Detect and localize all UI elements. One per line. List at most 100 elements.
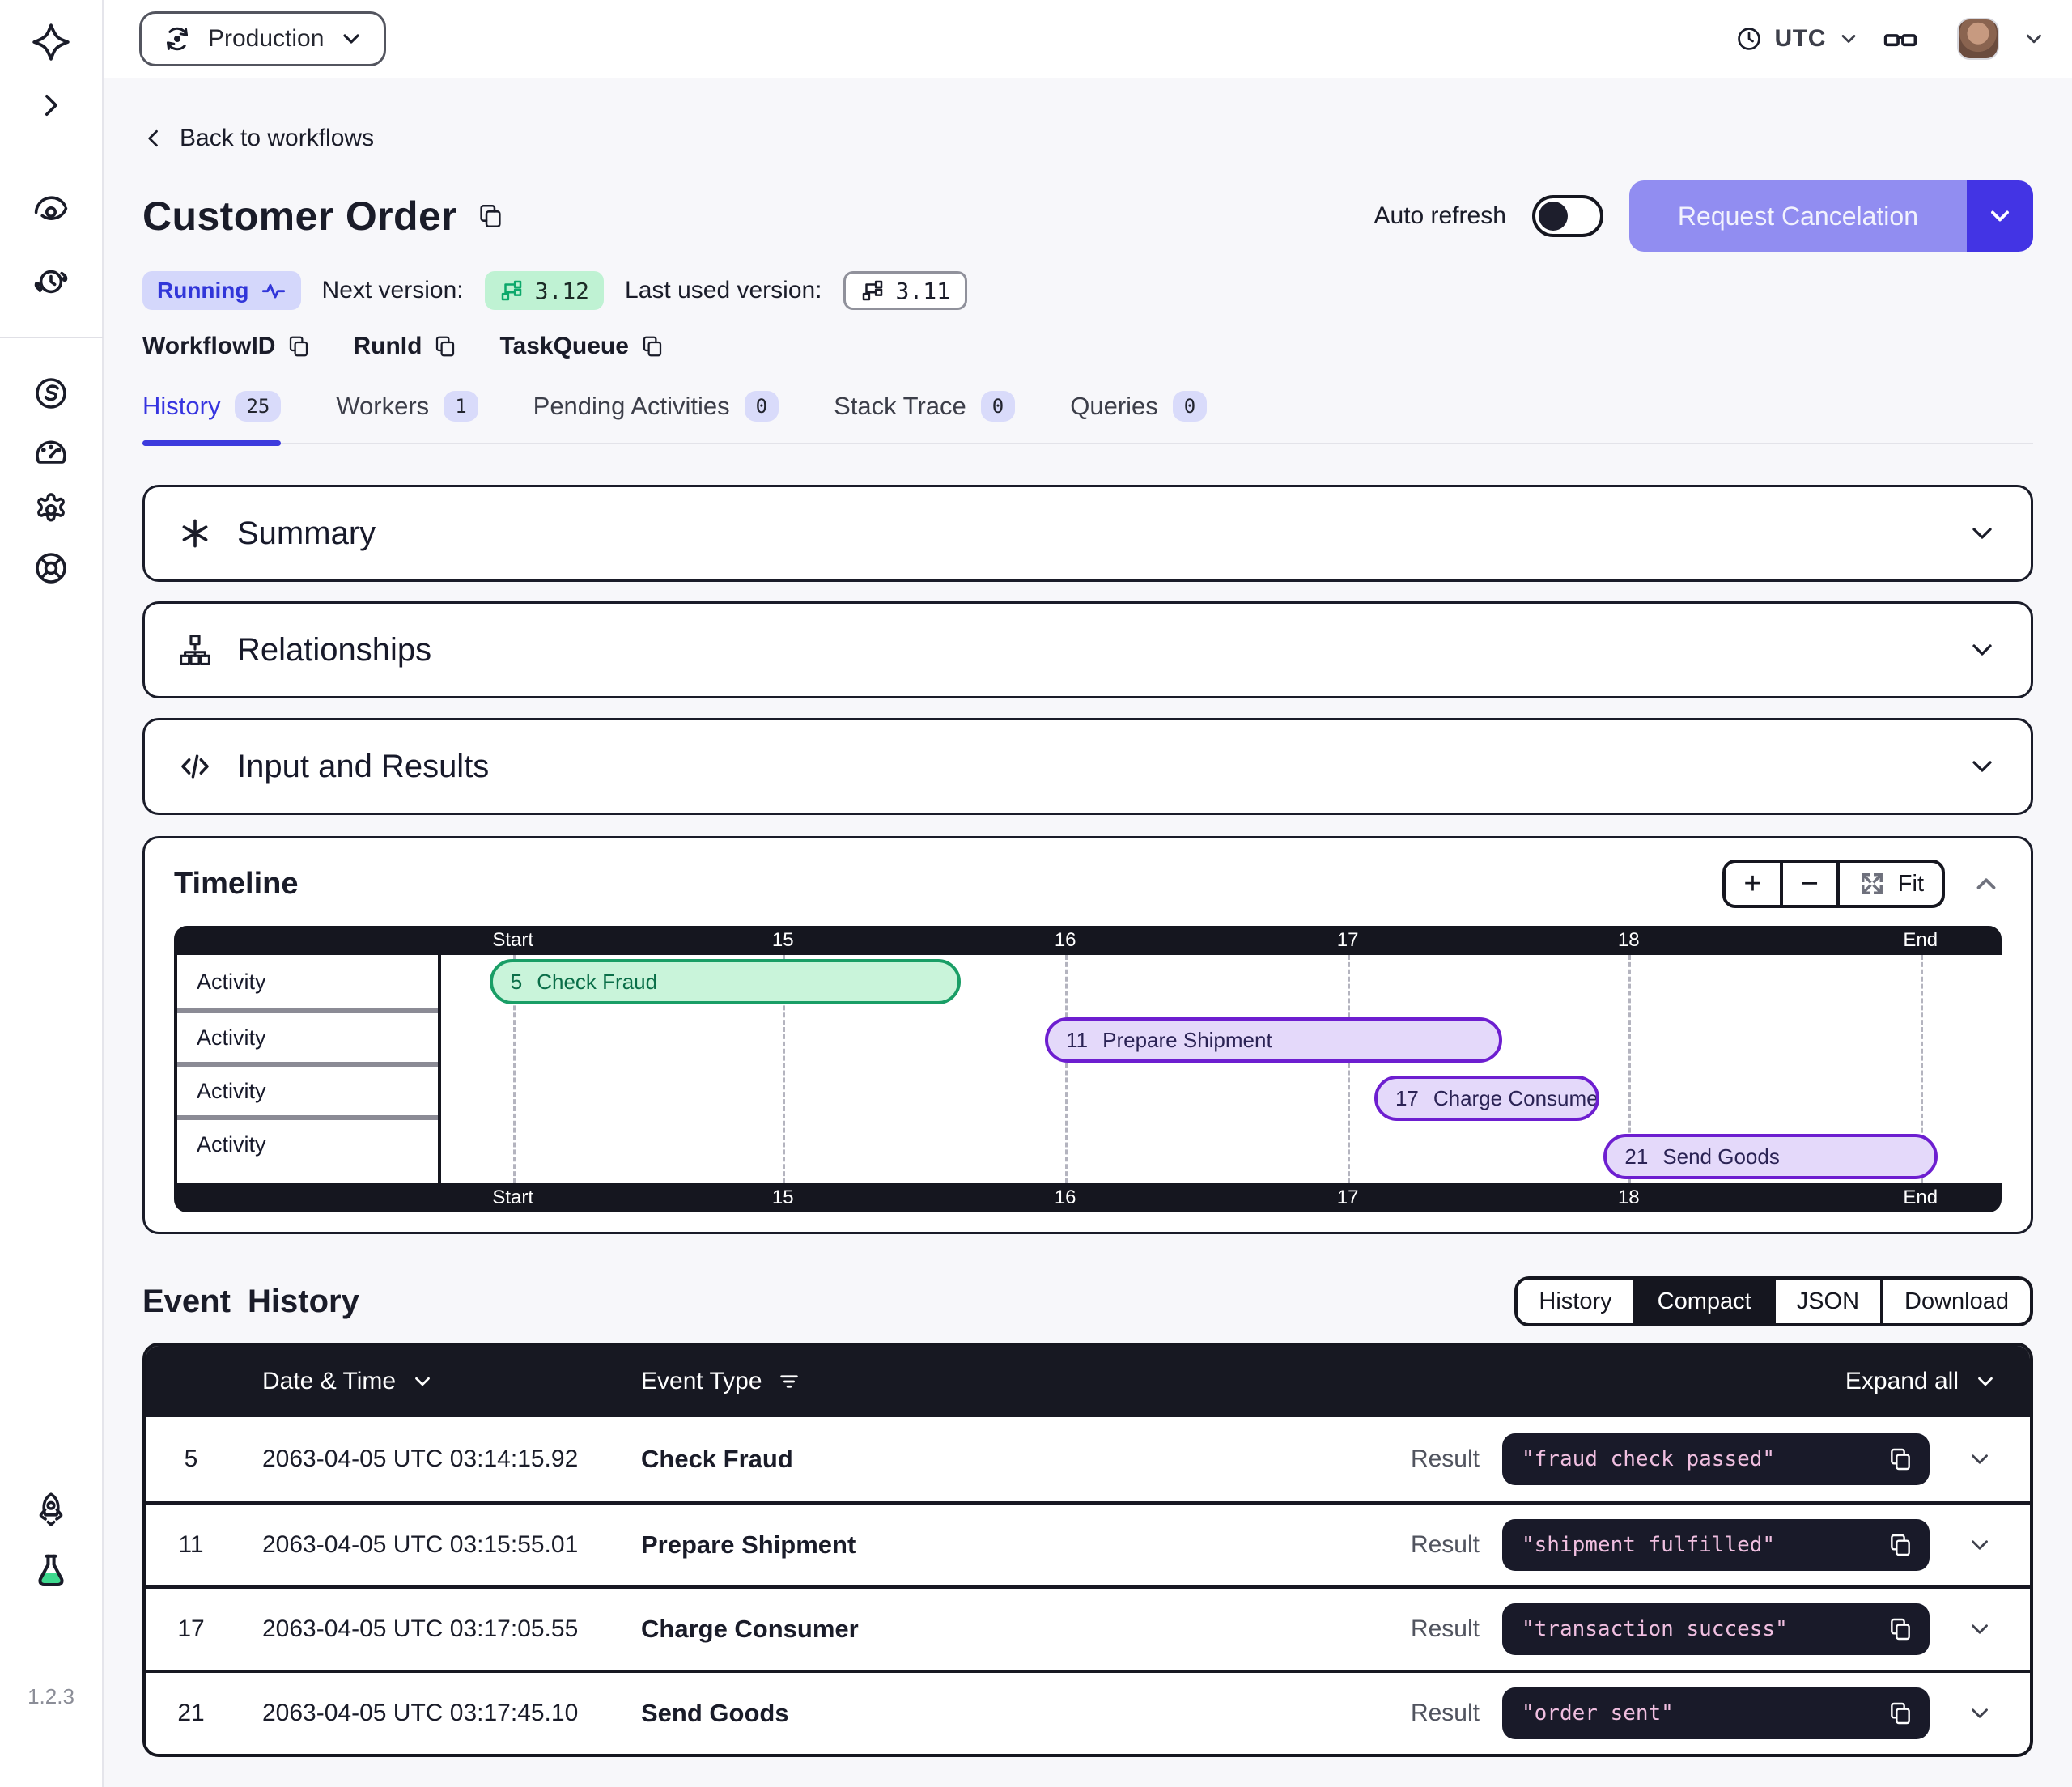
sidebar-divider	[0, 337, 103, 338]
expand-all-button[interactable]: Expand all	[1845, 1368, 2030, 1395]
timeline-zoom-controls: + − Fit	[1722, 860, 1945, 908]
tab-workers[interactable]: Workers 1	[336, 391, 478, 443]
event-row[interactable]: 11 2063-04-05 UTC 03:15:55.01 Prepare Sh…	[146, 1501, 2030, 1585]
chevron-down-icon	[1985, 202, 2015, 231]
chevron-down-icon	[410, 1369, 435, 1394]
relationships-label: Relationships	[237, 632, 431, 669]
copy-icon[interactable]	[1887, 1532, 1913, 1558]
namespace-selector[interactable]: Production	[139, 11, 386, 66]
sidebar-item-settings-icon[interactable]	[32, 490, 70, 529]
result-chip[interactable]: "fraud check passed"	[1502, 1433, 1930, 1485]
event-row[interactable]: 17 2063-04-05 UTC 03:17:05.55 Charge Con…	[146, 1585, 2030, 1670]
workflow-id-copy[interactable]: WorkflowID	[142, 333, 311, 360]
task-queue-label: TaskQueue	[499, 333, 629, 360]
chevron-down-icon	[1837, 28, 1860, 50]
tab-history[interactable]: History 25	[142, 391, 281, 443]
axis-tick-label: 16	[1055, 1186, 1076, 1209]
axis-tick-label: End	[1903, 1186, 1938, 1209]
labs-flask-icon[interactable]	[32, 1551, 70, 1590]
status-label: Running	[157, 278, 249, 303]
glasses-icon[interactable]	[1883, 21, 1918, 57]
axis-tick-label: 16	[1055, 929, 1076, 952]
chevron-down-icon[interactable]	[2022, 27, 2046, 51]
tab-queries[interactable]: Queries 0	[1070, 391, 1207, 443]
sidebar-item-schedules-icon[interactable]	[32, 262, 70, 301]
view-mode-history[interactable]: History	[1518, 1280, 1633, 1323]
fit-icon	[1858, 869, 1887, 898]
sidebar-item-usage-icon[interactable]	[32, 432, 70, 471]
fit-label: Fit	[1898, 871, 1924, 898]
gantt-bar-prepare-shipment[interactable]: 11Prepare Shipment	[1045, 1017, 1502, 1063]
chevron-down-icon	[1973, 1369, 1998, 1394]
request-cancelation-label[interactable]: Request Cancelation	[1629, 180, 1967, 252]
avatar[interactable]	[1957, 18, 1999, 60]
view-mode-switcher: History Compact JSON Download	[1514, 1276, 2033, 1326]
event-id: 11	[146, 1531, 236, 1559]
sidebar-item-nexus-icon[interactable]	[32, 374, 70, 413]
chevron-down-icon	[1966, 634, 1998, 666]
sidebar-item-support-icon[interactable]	[32, 549, 70, 588]
result-chip[interactable]: "transaction success"	[1502, 1603, 1930, 1655]
last-version-value: 3.11	[896, 278, 950, 304]
timeline-gantt: Start15161718End Activity Activity Activ…	[174, 926, 2002, 1212]
event-history-header: Event History History Compact JSON Downl…	[142, 1276, 2033, 1326]
status-badge: Running	[142, 271, 301, 310]
event-row[interactable]: 5 2063-04-05 UTC 03:14:15.92 Check Fraud…	[146, 1417, 2030, 1501]
next-version-label: Next version:	[322, 277, 464, 304]
tab-stack-trace[interactable]: Stack Trace 0	[834, 391, 1015, 443]
result-chip[interactable]: "shipment fulfilled"	[1502, 1519, 1930, 1571]
gantt-bar-check-fraud[interactable]: 5Check Fraud	[490, 959, 961, 1004]
expand-row-chevron-icon[interactable]	[1966, 1445, 1993, 1473]
task-queue-copy[interactable]: TaskQueue	[499, 333, 664, 360]
sidebar-item-workflows-icon[interactable]	[32, 191, 70, 230]
copy-icon[interactable]	[1887, 1446, 1913, 1472]
view-mode-compact[interactable]: Compact	[1633, 1280, 1773, 1323]
input-results-section[interactable]: Input and Results	[142, 718, 2033, 815]
title-row: Customer Order Auto refresh Request Canc…	[142, 180, 2033, 252]
copy-icon[interactable]	[1887, 1616, 1913, 1642]
page-title: Customer Order	[142, 193, 504, 240]
gantt-row-label: Activity	[177, 1115, 438, 1169]
view-mode-download[interactable]: Download	[1880, 1280, 2030, 1323]
gantt-row-label: Activity	[177, 1062, 438, 1115]
view-mode-json[interactable]: JSON	[1773, 1280, 1880, 1323]
status-row: Running Next version: 3.12 Last used ver…	[142, 271, 2033, 310]
copy-icon[interactable]	[477, 202, 504, 230]
relationships-section[interactable]: Relationships	[142, 601, 2033, 698]
temporal-logo-icon[interactable]	[32, 23, 70, 62]
event-id: 21	[146, 1700, 236, 1727]
summary-section[interactable]: Summary	[142, 485, 2033, 582]
clock-icon	[1734, 24, 1764, 53]
whats-new-rocket-icon[interactable]	[32, 1490, 70, 1529]
axis-tick-label: 18	[1618, 1186, 1640, 1209]
filter-by-type[interactable]: Event Type	[641, 1368, 1366, 1395]
expand-row-chevron-icon[interactable]	[1966, 1700, 1993, 1727]
fit-button[interactable]: Fit	[1836, 863, 1942, 905]
sort-by-date[interactable]: Date & Time	[236, 1368, 641, 1395]
axis-tick-label: Start	[492, 1186, 533, 1209]
auto-refresh-toggle[interactable]	[1532, 195, 1603, 237]
zoom-out-button[interactable]: −	[1780, 863, 1836, 905]
gantt-bar-charge-consumer[interactable]: 17Charge Consumer	[1374, 1076, 1599, 1121]
topbar: Production UTC	[104, 0, 2072, 78]
request-cancelation-button[interactable]: Request Cancelation	[1629, 180, 2033, 252]
expand-row-chevron-icon[interactable]	[1966, 1531, 1993, 1559]
event-type: Send Goods	[641, 1699, 1366, 1728]
summary-label: Summary	[237, 516, 376, 552]
zoom-in-button[interactable]: +	[1726, 863, 1779, 905]
collapse-timeline-chevron-up-icon[interactable]	[1971, 868, 2002, 899]
gantt-bar-send-goods[interactable]: 21Send Goods	[1603, 1134, 1938, 1179]
expand-sidebar-icon[interactable]	[36, 91, 66, 120]
cancelation-menu-caret[interactable]	[1967, 180, 2033, 252]
expand-row-chevron-icon[interactable]	[1966, 1615, 1993, 1643]
copy-icon[interactable]	[1887, 1700, 1913, 1726]
gantt-plot: 5Check Fraud 11Prepare Shipment 17Ch	[441, 955, 2002, 1183]
run-id-copy[interactable]: RunId	[353, 333, 457, 360]
event-row[interactable]: 21 2063-04-05 UTC 03:17:45.10 Send Goods…	[146, 1670, 2030, 1754]
timezone-selector[interactable]: UTC	[1734, 24, 1860, 53]
back-to-workflows-link[interactable]: Back to workflows	[142, 125, 374, 152]
result-chip[interactable]: "order sent"	[1502, 1687, 1930, 1739]
tab-pending-activities[interactable]: Pending Activities 0	[533, 391, 779, 443]
event-time: 2063-04-05 UTC 03:17:05.55	[236, 1615, 641, 1643]
event-history-title: Event History	[142, 1284, 359, 1320]
